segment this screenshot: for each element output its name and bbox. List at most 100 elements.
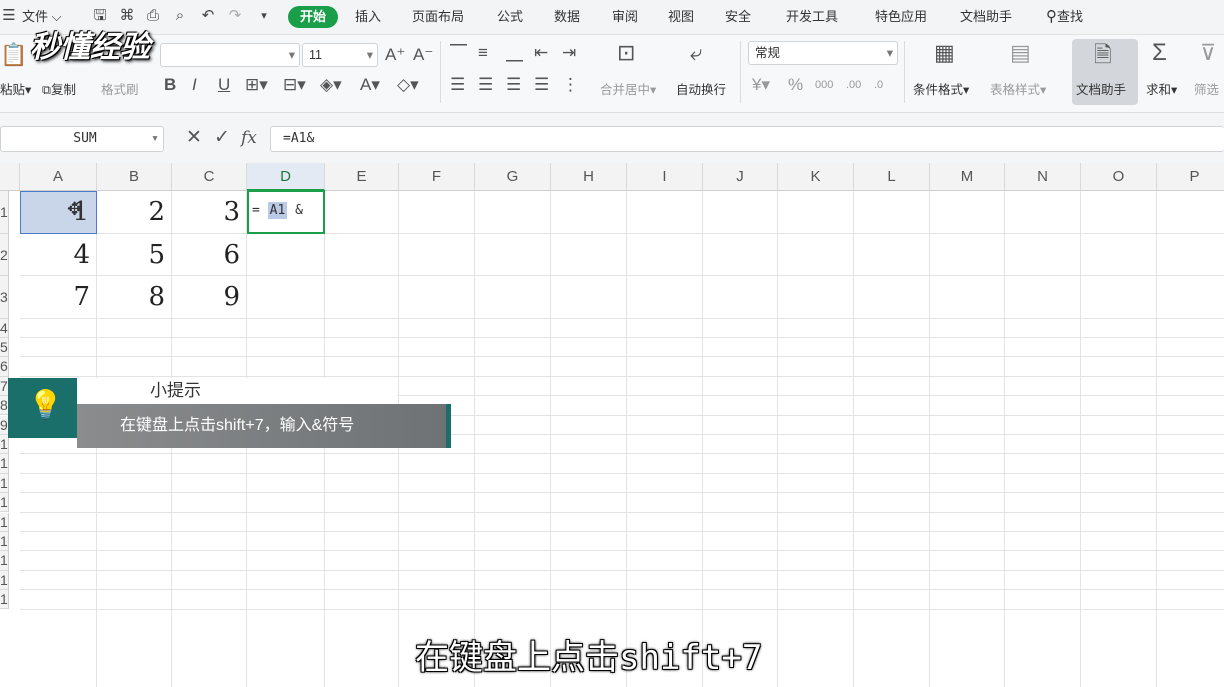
tab-developer[interactable]: 开发工具 bbox=[786, 6, 838, 28]
decrease-font-icon[interactable]: A⁻ bbox=[413, 45, 433, 65]
paste-icon[interactable]: 📋 bbox=[0, 44, 27, 66]
column-header-o[interactable]: O bbox=[1081, 163, 1157, 191]
tab-data[interactable]: 数据 bbox=[554, 6, 580, 28]
insert-function-icon[interactable]: fx bbox=[241, 128, 257, 148]
row-header-5[interactable]: 5 bbox=[0, 337, 9, 358]
currency-icon[interactable]: ¥▾ bbox=[752, 75, 770, 95]
merge-center-icon[interactable]: ⊡ bbox=[617, 42, 635, 64]
conditional-format-button[interactable]: 条件格式▾ bbox=[913, 79, 969, 98]
align-bottom-icon[interactable]: ⎽ bbox=[506, 43, 523, 63]
conditional-format-icon[interactable]: ▦ bbox=[934, 42, 955, 64]
row-header-12[interactable]: 12 bbox=[0, 473, 9, 494]
justify-icon[interactable]: ☰ bbox=[534, 75, 549, 95]
italic-icon[interactable]: I bbox=[192, 75, 197, 95]
increase-font-icon[interactable]: A⁺ bbox=[385, 45, 405, 65]
merge-center-button[interactable]: 合并居中▾ bbox=[600, 79, 656, 98]
column-header-b[interactable]: B bbox=[97, 163, 172, 191]
thousands-icon[interactable]: 000 bbox=[815, 75, 833, 95]
column-header-e[interactable]: E bbox=[325, 163, 399, 191]
cell-b2[interactable]: 5 bbox=[97, 234, 172, 277]
select-all-corner[interactable] bbox=[0, 163, 20, 191]
row-header-11[interactable]: 11 bbox=[0, 454, 9, 474]
row-header-13[interactable]: 13 bbox=[0, 493, 9, 513]
row-header-3[interactable]: 3 bbox=[0, 276, 9, 319]
clear-icon[interactable]: ◇▾ bbox=[397, 75, 419, 95]
cancel-icon[interactable]: ✕ bbox=[186, 128, 202, 148]
cell-c3[interactable]: 9 bbox=[172, 276, 247, 319]
column-header-d[interactable]: D bbox=[247, 163, 325, 191]
wrap-text-icon[interactable]: ⤶ bbox=[690, 42, 702, 64]
percent-icon[interactable]: % bbox=[788, 75, 803, 95]
row-header-18[interactable]: 18 bbox=[0, 590, 9, 610]
column-header-k[interactable]: K bbox=[778, 163, 854, 191]
cell-a1-selected[interactable]: ✥ 1 bbox=[20, 191, 97, 234]
print-preview-icon[interactable]: ⌕ bbox=[171, 7, 189, 25]
align-middle-icon[interactable]: ≡ bbox=[478, 43, 488, 63]
cell-d1-editing[interactable]: = A1 & bbox=[247, 190, 325, 234]
row-header-6[interactable]: 6 bbox=[0, 357, 9, 377]
format-painter-button[interactable]: 格式刷 bbox=[101, 79, 139, 98]
tab-insert[interactable]: 插入 bbox=[355, 6, 381, 28]
tab-special-apps[interactable]: 特色应用 bbox=[875, 6, 927, 28]
cell-style-icon[interactable]: ⊟▾ bbox=[283, 75, 306, 95]
cell-b1[interactable]: 2 bbox=[97, 191, 172, 234]
row-header-1[interactable]: 1 bbox=[0, 191, 9, 234]
sum-button[interactable]: 求和▾ bbox=[1146, 79, 1177, 98]
row-header-14[interactable]: 14 bbox=[0, 512, 9, 532]
font-size-select[interactable]: 11 ▾ bbox=[302, 43, 378, 67]
align-center-icon[interactable]: ☰ bbox=[478, 75, 493, 95]
column-header-g[interactable]: G bbox=[475, 163, 551, 191]
column-header-n[interactable]: N bbox=[1005, 163, 1081, 191]
row-header-15[interactable]: 15 bbox=[0, 531, 9, 552]
underline-icon[interactable]: U bbox=[218, 75, 230, 95]
tab-page-layout[interactable]: 页面布局 bbox=[412, 6, 464, 28]
cell-a2[interactable]: 4 bbox=[20, 234, 97, 277]
tab-security[interactable]: 安全 bbox=[725, 6, 751, 28]
filter-icon[interactable]: ⊽ bbox=[1200, 42, 1216, 64]
filter-button[interactable]: 筛选 bbox=[1194, 79, 1219, 98]
cell-a3[interactable]: 7 bbox=[20, 276, 97, 319]
search-button[interactable]: ⚲查找 bbox=[1046, 6, 1083, 28]
customize-toolbar-icon[interactable]: ▾ bbox=[255, 7, 273, 25]
column-header-m[interactable]: M bbox=[930, 163, 1005, 191]
row-header-17[interactable]: 17 bbox=[0, 570, 9, 591]
row-header-16[interactable]: 16 bbox=[0, 551, 9, 571]
row-header-4[interactable]: 4 bbox=[0, 318, 9, 338]
decrease-decimal-icon[interactable]: .0 bbox=[874, 75, 883, 95]
wrap-text-button[interactable]: 自动换行 bbox=[676, 79, 726, 98]
column-header-i[interactable]: I bbox=[627, 163, 703, 191]
font-family-select[interactable]: ▾ bbox=[160, 43, 300, 67]
font-color-icon[interactable]: A▾ bbox=[360, 75, 380, 95]
tab-formulas[interactable]: 公式 bbox=[497, 6, 523, 28]
increase-decimal-icon[interactable]: .00 bbox=[846, 75, 861, 95]
column-header-j[interactable]: J bbox=[703, 163, 778, 191]
sum-icon[interactable]: Σ bbox=[1152, 41, 1167, 65]
hamburger-menu-icon[interactable]: ☰ bbox=[0, 7, 18, 25]
column-header-l[interactable]: L bbox=[854, 163, 930, 191]
undo-icon[interactable]: ↶ bbox=[199, 7, 217, 25]
bold-icon[interactable]: B bbox=[164, 75, 176, 95]
column-header-h[interactable]: H bbox=[551, 163, 627, 191]
table-style-icon[interactable]: ▤ bbox=[1010, 42, 1031, 64]
redo-icon[interactable]: ↷ bbox=[226, 7, 244, 25]
cell-c2[interactable]: 6 bbox=[172, 234, 247, 277]
tab-doc-assistant[interactable]: 文档助手 bbox=[960, 6, 1012, 28]
tab-review[interactable]: 审阅 bbox=[612, 6, 638, 28]
tab-home[interactable]: 开始 bbox=[288, 6, 339, 28]
borders-icon[interactable]: ⊞▾ bbox=[245, 75, 268, 95]
column-header-c[interactable]: C bbox=[172, 163, 247, 191]
name-box[interactable]: SUM ▾ bbox=[0, 126, 164, 152]
align-top-icon[interactable]: ⎺ bbox=[450, 43, 467, 63]
paste-button[interactable]: 粘贴▾ bbox=[0, 79, 31, 98]
align-right-icon[interactable]: ☰ bbox=[506, 75, 521, 95]
indent-decrease-icon[interactable]: ⇤ bbox=[534, 43, 548, 63]
cell-b3[interactable]: 8 bbox=[97, 276, 172, 319]
cell-c1[interactable]: 3 bbox=[172, 191, 247, 234]
confirm-icon[interactable]: ✓ bbox=[214, 128, 230, 148]
formula-input[interactable]: =A1& bbox=[270, 126, 1224, 152]
indent-increase-icon[interactable]: ⇥ bbox=[562, 43, 576, 63]
align-left-icon[interactable]: ☰ bbox=[450, 75, 465, 95]
copy-button[interactable]: ⧉复制 bbox=[42, 79, 76, 98]
column-header-f[interactable]: F bbox=[399, 163, 475, 191]
number-format-select[interactable]: 常规 ▾ bbox=[748, 41, 898, 65]
